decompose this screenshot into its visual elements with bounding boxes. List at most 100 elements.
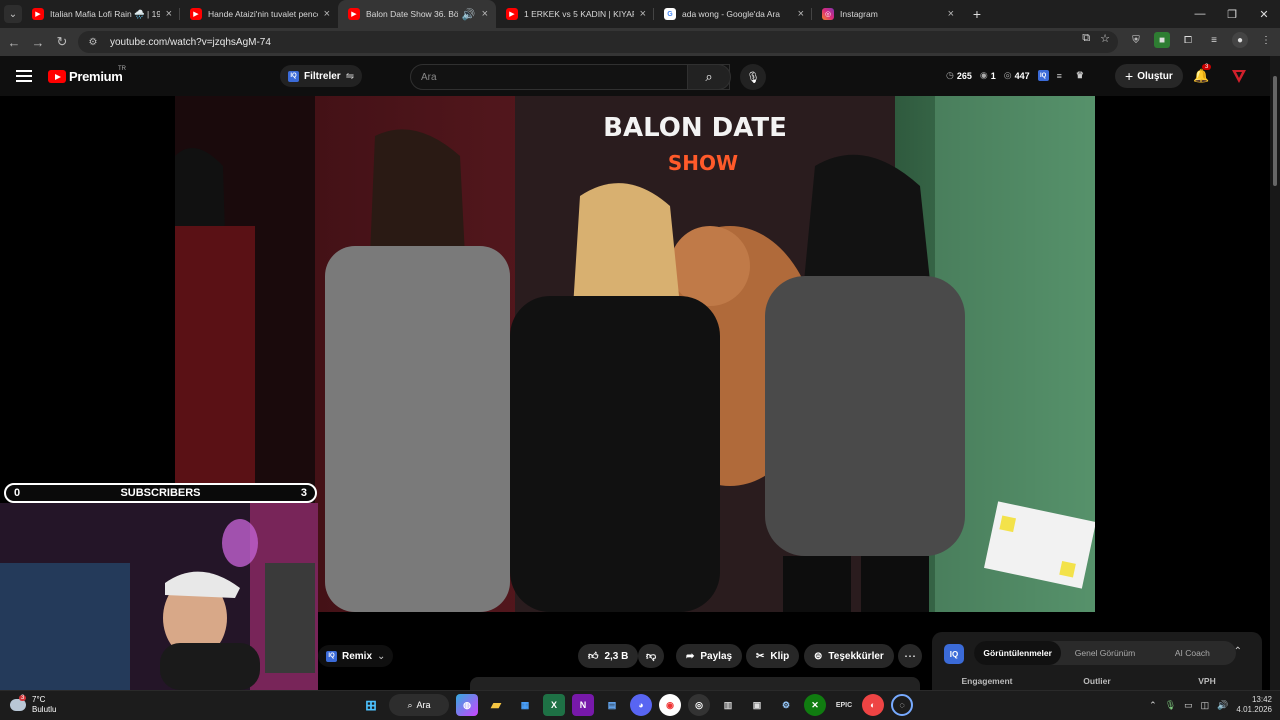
channel-avatar[interactable] [1231, 68, 1247, 84]
weather-widget[interactable]: 3 7°C Bulutlu [10, 695, 56, 715]
browser-tab[interactable]: ▶ 1 ERKEK vs 5 KADIN | KIYAFETLE × [496, 0, 654, 28]
restore-icon[interactable]: ❐ [1216, 0, 1248, 28]
obs-icon[interactable]: ◎ [688, 694, 710, 716]
omnibox-actions: ⧉ ☆ [1082, 32, 1110, 45]
windows-start-icon[interactable]: ⊞ [360, 694, 382, 716]
close-window-icon[interactable]: ✕ [1248, 0, 1280, 28]
site-info-icon[interactable]: ⚙ [86, 35, 100, 49]
search-icon[interactable]: ⌕ [687, 64, 731, 90]
thumbs-down-icon: 👎︎ [646, 651, 657, 662]
eye-icon: ◉ [979, 70, 988, 80]
vidiq-columns: Engagement Outlier VPH [961, 676, 1216, 686]
browser-tab[interactable]: ▶ Italian Mafia Lofi Rain 🌧️ | 194 × [22, 0, 180, 28]
microphone-icon[interactable]: 🎙 [1165, 700, 1176, 711]
xbox-icon[interactable]: ✕ [804, 694, 826, 716]
hamburger-menu-icon[interactable] [16, 70, 32, 82]
audio-playing-icon[interactable]: 🔊 [462, 8, 476, 21]
app-circle-icon[interactable]: ◌ [891, 694, 913, 716]
like-button[interactable]: 👍︎ 2,3 B [578, 644, 639, 668]
thumbs-up-icon: 👍︎ [588, 651, 599, 662]
microphone-icon[interactable]: 🎙 [740, 64, 766, 90]
shield-extension-icon[interactable]: ⛨ [1128, 32, 1144, 48]
instagram-icon: ◎ [822, 8, 834, 20]
cast-icon[interactable]: ⧉ [1082, 32, 1090, 45]
epic-games-icon[interactable]: EPIC [833, 694, 855, 716]
taskbar-apps: ⊞ ⌕ Ara ◍ ▰ ▦ X N ▤ ◕ ◉ ◎ ▥ ▣ ⚙ ✕ EPIC ◐ … [360, 694, 913, 716]
new-tab-button[interactable]: + [966, 3, 988, 25]
store-icon[interactable]: ▦ [514, 694, 536, 716]
more-actions-icon[interactable]: ⋯ [898, 644, 922, 668]
share-arrow-icon: ➦ [686, 650, 695, 662]
notifications-bell-icon[interactable]: 🔔 3 [1193, 64, 1212, 84]
youtube-icon: ▶ [348, 8, 360, 20]
window-controls: — ❐ ✕ [1184, 0, 1280, 28]
browser-tab[interactable]: ▶ Hande Ataizi'nin tuvalet pencere × [180, 0, 338, 28]
green-extension-icon[interactable]: ■ [1154, 32, 1170, 48]
brave-icon[interactable]: ◐ [862, 694, 884, 716]
notepad-icon[interactable]: ▤ [601, 694, 623, 716]
clock[interactable]: 13:42 4.01.2026 [1236, 695, 1272, 715]
volume-icon[interactable]: 🔊 [1217, 700, 1228, 711]
tab-overview[interactable]: Genel Görünüm [1061, 641, 1148, 665]
close-tab-icon[interactable]: × [948, 8, 954, 20]
vidiq-panel: IQ Görüntülenmeler Genel Görünüm AI Coac… [932, 632, 1262, 696]
steam-icon[interactable]: ⚙ [775, 694, 797, 716]
iq-extension-icon[interactable]: IQ [1037, 70, 1049, 81]
url-text: youtube.com/watch?v=jzqhsAgM-74 [110, 36, 271, 48]
tab-ai-coach[interactable]: AI Coach [1149, 641, 1236, 665]
profile-avatar[interactable]: ● [1232, 32, 1248, 48]
media-control-icon[interactable]: ≡ [1206, 32, 1222, 48]
chevron-up-icon[interactable]: ⌃ [1234, 646, 1242, 657]
close-tab-icon[interactable]: × [166, 8, 172, 20]
menu-kebab-icon[interactable]: ⋮ [1258, 32, 1274, 48]
bookmark-star-icon[interactable]: ☆ [1100, 32, 1110, 45]
youtube-icon: ▶ [506, 8, 518, 20]
remix-button[interactable]: IQ Remix ⌄ [318, 645, 394, 667]
trophy-icon[interactable]: ♛ [1076, 70, 1084, 81]
copilot-icon[interactable]: ◍ [456, 694, 478, 716]
forward-icon[interactable]: → [26, 30, 50, 54]
onenote-icon[interactable]: N [572, 694, 594, 716]
plus-icon: + [1125, 68, 1134, 84]
address-bar[interactable]: ⚙ youtube.com/watch?v=jzqhsAgM-74 [78, 31, 1118, 53]
thanks-button[interactable]: ⊜ Teşekkürler [804, 644, 894, 668]
display-icon[interactable]: ▭ [1184, 700, 1193, 711]
discord-icon[interactable]: ◕ [630, 694, 652, 716]
filters-button[interactable]: IQ Filtreler ⇋ [280, 65, 363, 87]
close-tab-icon[interactable]: × [798, 8, 804, 20]
close-tab-icon[interactable]: × [640, 8, 646, 20]
search-input[interactable]: Ara [410, 64, 730, 90]
iq-extension-icon: IQ [288, 70, 299, 82]
scrollbar-thumb[interactable] [1273, 76, 1277, 186]
reload-icon[interactable]: ↻ [50, 30, 74, 54]
page-scrollbar[interactable] [1270, 56, 1280, 696]
excel-icon[interactable]: X [543, 694, 565, 716]
tab-search-button[interactable]: ⌄ [4, 5, 22, 23]
scissors-icon: ✂ [756, 650, 765, 662]
cloud-icon: 3 [10, 695, 27, 711]
chevron-up-icon[interactable]: ⌃ [1149, 700, 1157, 711]
extensions-puzzle-icon[interactable]: ⧠ [1180, 32, 1196, 48]
browser-tab[interactable]: ◎ Instagram × [812, 0, 962, 28]
back-icon[interactable]: ← [2, 30, 26, 54]
create-button[interactable]: + Oluştur [1115, 64, 1183, 88]
media-app-icon[interactable]: ▣ [746, 694, 768, 716]
close-tab-icon[interactable]: × [482, 8, 488, 20]
clip-button[interactable]: ✂ Klip [746, 644, 800, 668]
tab-views[interactable]: Görüntülenmeler [974, 641, 1062, 665]
youtube-premium-logo[interactable]: Premium TR [48, 66, 126, 84]
calculator-icon[interactable]: ▥ [717, 694, 739, 716]
browser-tab[interactable]: G ada wong - Google'da Ara × [654, 0, 812, 28]
close-tab-icon[interactable]: × [324, 8, 330, 20]
browser-tab-strip: ⌄ ▶ Italian Mafia Lofi Rain 🌧️ | 194 × ▶… [0, 0, 1280, 28]
file-explorer-icon[interactable]: ▰ [485, 694, 507, 716]
taskbar-search[interactable]: ⌕ Ara [389, 694, 449, 716]
dislike-button[interactable]: 👎︎ [638, 644, 665, 668]
list-icon[interactable]: ≡ [1057, 71, 1062, 81]
iq-extension-icon: IQ [326, 650, 337, 662]
browser-tab-active[interactable]: ▶ Balon Date Show 36. Bölüm 🔊 × [338, 0, 496, 28]
chrome-icon[interactable]: ◉ [659, 694, 681, 716]
minimize-icon[interactable]: — [1184, 0, 1216, 28]
network-icon[interactable]: ◫ [1201, 700, 1210, 711]
share-button[interactable]: ➦ Paylaş [676, 644, 743, 668]
